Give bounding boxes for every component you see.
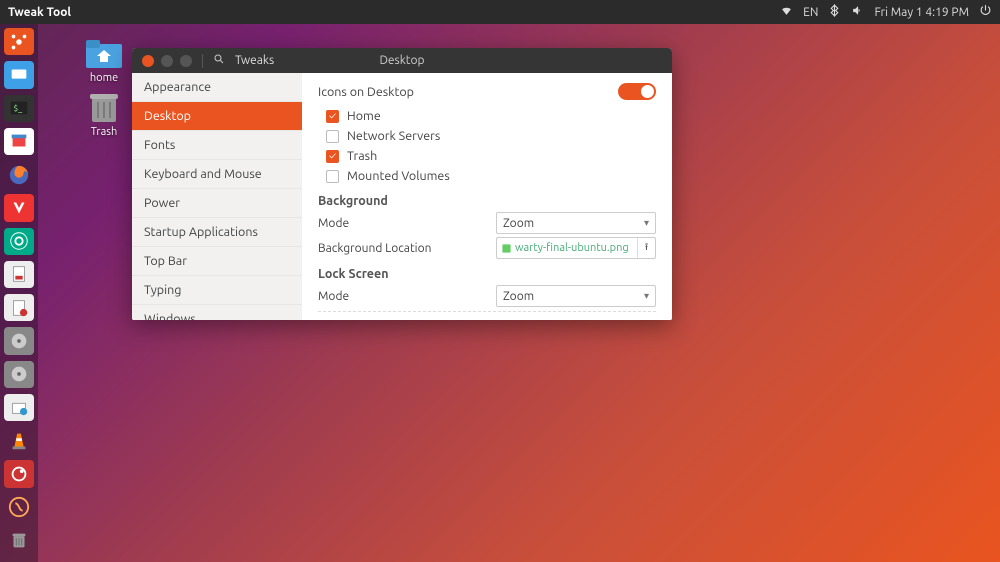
content-pane: Icons on Desktop Home Network Servers Tras…	[302, 73, 672, 320]
checkbox-label: Home	[347, 109, 381, 123]
checkbox-label: Mounted Volumes	[347, 169, 450, 183]
bg-mode-select[interactable]: Zoom	[496, 212, 656, 234]
field-label-mode: Mode	[318, 217, 496, 230]
disk-icon-1[interactable]	[4, 327, 34, 354]
search-icon[interactable]	[213, 53, 225, 68]
system-tray: EN Fri May 1 4:19 PM	[780, 4, 1000, 20]
checkbox[interactable]	[326, 130, 339, 143]
svg-text:$_: $_	[14, 103, 24, 113]
sidebar-item-windows[interactable]: Windows	[132, 305, 302, 320]
field-label-mode: Mode	[318, 290, 496, 303]
dash-icon[interactable]	[4, 28, 34, 55]
trash-dock-icon[interactable]	[4, 527, 34, 554]
tweaks-window: Tweaks Desktop AppearanceDesktopFontsKey…	[132, 48, 672, 320]
trash-icon	[84, 90, 124, 124]
minimize-button[interactable]	[161, 55, 173, 67]
category-sidebar: AppearanceDesktopFontsKeyboard and Mouse…	[132, 73, 302, 320]
check-row-home: Home	[318, 106, 656, 126]
check-row-mounted-volumes: Mounted Volumes	[318, 166, 656, 186]
sidebar-item-power[interactable]: Power	[132, 189, 302, 218]
bg-file-name: warty-final-ubuntu.png	[497, 242, 637, 254]
vlc-icon[interactable]	[4, 427, 34, 454]
icons-toggle[interactable]	[618, 83, 656, 100]
desktop-icon-label: home	[80, 72, 128, 84]
separator	[202, 54, 203, 68]
desktop-icon-label: Trash	[80, 126, 128, 138]
folder-icon	[84, 36, 124, 70]
active-app-title: Tweak Tool	[0, 6, 71, 19]
disk-icon-2[interactable]	[4, 361, 34, 388]
app-icon-1[interactable]	[4, 261, 34, 288]
top-panel: Tweak Tool EN Fri May 1 4:19 PM	[0, 0, 1000, 24]
lock-mode-select[interactable]: Zoom	[496, 285, 656, 307]
maximize-button[interactable]	[180, 55, 192, 67]
launcher-dock: $_	[0, 24, 38, 562]
sidebar-item-startup-applications[interactable]: Startup Applications	[132, 218, 302, 247]
sidebar-item-top-bar[interactable]: Top Bar	[132, 247, 302, 276]
section-title: Icons on Desktop	[318, 85, 414, 99]
divider	[318, 311, 656, 312]
check-row-trash: Trash	[318, 146, 656, 166]
desktop-home-folder[interactable]: home	[80, 36, 128, 84]
vivaldi-icon[interactable]	[4, 194, 34, 221]
window-controls	[132, 55, 192, 67]
section-heading: Background	[318, 194, 656, 208]
power-icon[interactable]	[979, 4, 992, 20]
check-row-network-servers: Network Servers	[318, 126, 656, 146]
bg-file-picker[interactable]: warty-final-ubuntu.png ⭱	[496, 237, 656, 259]
language-indicator[interactable]: EN	[803, 6, 818, 19]
terminal-icon[interactable]: $_	[4, 95, 34, 122]
sidebar-item-desktop[interactable]: Desktop	[132, 102, 302, 131]
clock[interactable]: Fri May 1 4:19 PM	[874, 6, 969, 19]
section-heading: Lock Screen	[318, 267, 656, 281]
sidebar-item-typing[interactable]: Typing	[132, 276, 302, 305]
bluetooth-icon[interactable]	[828, 4, 841, 20]
desktop-icon-app[interactable]	[4, 61, 34, 88]
app-icon-3[interactable]	[4, 460, 34, 487]
network-icon[interactable]	[780, 4, 793, 20]
field-label-bg-location: Background Location	[318, 242, 496, 255]
upload-icon[interactable]: ⭱	[637, 238, 655, 258]
window-header[interactable]: Tweaks Desktop	[132, 48, 672, 73]
checkbox[interactable]	[326, 170, 339, 183]
app-icon-2[interactable]	[4, 294, 34, 321]
sidebar-item-fonts[interactable]: Fonts	[132, 131, 302, 160]
checkbox-label: Network Servers	[347, 129, 440, 143]
sidebar-item-appearance[interactable]: Appearance	[132, 73, 302, 102]
checkbox[interactable]	[326, 150, 339, 163]
close-button[interactable]	[142, 55, 154, 67]
checkbox-label: Trash	[347, 149, 377, 163]
sidebar-item-keyboard-and-mouse[interactable]: Keyboard and Mouse	[132, 160, 302, 189]
software-icon[interactable]	[4, 394, 34, 421]
volume-icon[interactable]	[851, 4, 864, 20]
settings-icon[interactable]	[4, 228, 34, 255]
app-name: Tweaks	[235, 54, 274, 67]
store-icon[interactable]	[4, 128, 34, 155]
desktop-trash[interactable]: Trash	[80, 90, 128, 138]
checkbox[interactable]	[326, 110, 339, 123]
firefox-icon[interactable]	[4, 161, 34, 188]
app-icon-4[interactable]	[4, 494, 34, 521]
